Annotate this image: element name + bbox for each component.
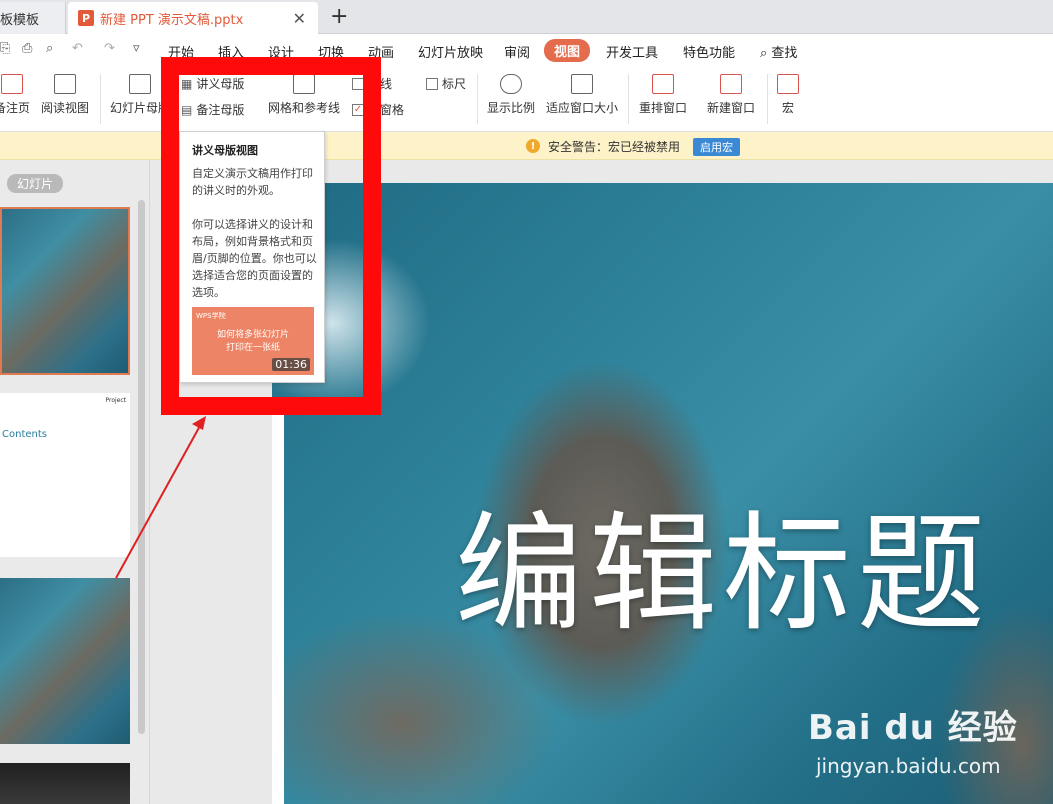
warning-icon: !	[526, 139, 540, 153]
fit-window-icon	[571, 74, 593, 94]
menu-features[interactable]: 特色功能	[683, 42, 735, 61]
reading-view-label: 阅读视图	[41, 101, 90, 115]
undo-icon[interactable]: ↶	[72, 41, 83, 56]
slides-tab[interactable]: 幻灯片	[7, 174, 64, 193]
ppt-file-icon: P	[78, 10, 94, 26]
ruler-label: 标尺	[442, 77, 467, 91]
book-icon	[54, 74, 76, 94]
security-warning-bar: ! 安全警告：宏已经被禁用 启用宏	[0, 132, 1053, 160]
redo-icon[interactable]: ↷	[104, 41, 115, 56]
ribbon-separator	[628, 74, 629, 124]
new-window-label: 新建窗口	[707, 101, 756, 115]
panel-scrollbar[interactable]	[138, 200, 145, 734]
save-icon[interactable]: ⎘	[0, 41, 10, 56]
fit-window-label: 适应窗口大小	[546, 101, 619, 115]
search-icon: ⌕	[760, 46, 768, 61]
menu-slideshow[interactable]: 幻灯片放映	[418, 42, 483, 61]
watermark-site: jingyan.baidu.com	[816, 754, 1001, 778]
baidu-watermark: Bai du 经验 jingyan.baidu.com	[808, 700, 1018, 778]
arrange-window-icon	[652, 74, 674, 94]
arrange-window-label: 重排窗口	[639, 101, 688, 115]
tab-bar: 板模板 P 新建 PPT 演示文稿.pptx ✕ +	[0, 0, 1053, 34]
new-window-icon	[720, 74, 742, 94]
ribbon-view: 备注页 阅读视图 幻灯片母版 ▦ 讲义母版 ▤ 备注母版 网格和参考线 格线 ✓…	[0, 66, 1053, 132]
notes-page-label: 备注页	[0, 101, 31, 115]
new-window-button[interactable]: 新建窗口	[707, 74, 755, 116]
menu-search[interactable]: ⌕ 查找	[760, 42, 797, 61]
watermark-brand: Bai du 经验	[808, 708, 1018, 748]
slide-thumbnail-4[interactable]	[0, 763, 130, 804]
zoom-icon	[500, 74, 522, 94]
annotation-highlight-box	[161, 57, 381, 415]
new-tab-button[interactable]: +	[330, 4, 348, 29]
thumb-contents-text: Contents	[2, 429, 47, 440]
ribbon-separator	[767, 74, 768, 124]
notes-page-button[interactable]: 备注页	[0, 74, 30, 116]
zoom-label: 显示比例	[487, 101, 536, 115]
thumb-project-text: Project	[105, 397, 126, 404]
print-preview-icon[interactable]: ⌕	[46, 41, 53, 56]
slide-thumbnail-3[interactable]	[0, 578, 130, 744]
macro-label: 宏	[781, 101, 794, 115]
arrange-window-button[interactable]: 重排窗口	[639, 74, 687, 116]
menu-view[interactable]: 视图	[544, 39, 591, 62]
fit-window-button[interactable]: 适应窗口大小	[546, 74, 618, 116]
enable-macro-button[interactable]: 启用宏	[693, 138, 740, 156]
reading-view-button[interactable]: 阅读视图	[41, 74, 89, 116]
customize-toolbar-icon[interactable]: ▿	[133, 41, 140, 56]
search-label: 查找	[771, 46, 798, 61]
ruler-checkbox[interactable]: 标尺	[426, 75, 466, 92]
slide-master-icon	[129, 74, 151, 94]
macro-icon	[777, 74, 799, 94]
close-tab-icon[interactable]: ✕	[293, 9, 306, 28]
menu-review[interactable]: 审阅	[504, 42, 530, 61]
slide-thumbnail-2[interactable]: Project Contents	[0, 393, 130, 557]
tab-document[interactable]: P 新建 PPT 演示文稿.pptx ✕	[68, 2, 318, 34]
menu-bar: ⎘ ⎙ ⌕ ↶ ↷ ▿ 开始 插入 设计 切换 动画 幻灯片放映 审阅 视图 开…	[0, 34, 1053, 66]
zoom-button[interactable]: 显示比例	[487, 74, 535, 116]
security-message: 安全警告：宏已经被禁用	[548, 140, 681, 154]
ribbon-separator	[477, 74, 478, 124]
ribbon-separator	[100, 74, 101, 124]
print-icon[interactable]: ⎙	[22, 41, 32, 56]
macro-button[interactable]: 宏	[777, 74, 799, 116]
slide-edge	[272, 412, 284, 804]
tab-template[interactable]: 板模板	[0, 2, 66, 34]
slide-thumbnail-panel: 幻灯片 Project Contents	[0, 160, 150, 804]
menu-developer[interactable]: 开发工具	[606, 42, 658, 61]
tab-document-label: 新建 PPT 演示文稿.pptx	[100, 12, 244, 28]
slide-title-text[interactable]: 编辑标题	[455, 470, 991, 655]
slide-thumbnail-1[interactable]	[0, 207, 130, 375]
notes-page-icon	[1, 74, 23, 94]
ruler-check[interactable]	[426, 77, 438, 90]
tab-template-label: 板模板	[0, 12, 40, 28]
